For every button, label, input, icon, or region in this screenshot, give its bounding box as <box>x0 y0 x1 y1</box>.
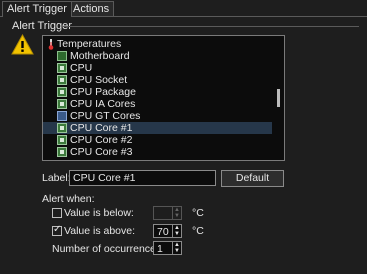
tab-alert-trigger[interactable]: Alert Trigger <box>2 1 72 17</box>
tree-item-label: CPU Socket <box>70 74 128 86</box>
chip-icon <box>57 63 67 73</box>
value-below-checkbox[interactable] <box>52 208 62 218</box>
spin-down-icon[interactable]: ▼ <box>173 231 181 237</box>
value-below-unit: °C <box>192 207 204 219</box>
label-caption: Label: <box>42 172 71 184</box>
tree-item-cpu-core-3[interactable]: CPU Core #3 <box>43 146 272 158</box>
spinner-arrows[interactable]: ▲ ▼ <box>172 225 181 237</box>
motherboard-icon <box>57 51 67 61</box>
chip-icon <box>57 147 67 157</box>
warning-icon <box>11 34 34 55</box>
spinner-arrows[interactable]: ▲ ▼ <box>172 207 181 219</box>
tree-item-cpu-core-1[interactable]: CPU Core #1 <box>43 122 272 134</box>
tree-item-cpu[interactable]: CPU <box>43 62 272 74</box>
value-below-label[interactable]: Value is below: <box>64 207 134 219</box>
occurrences-label: Number of occurrences: <box>52 243 165 255</box>
spinner-value: 70 <box>157 226 169 238</box>
tree-item-cpu-socket[interactable]: CPU Socket <box>43 74 272 86</box>
occurrences-spinner[interactable]: 1 ▲ ▼ <box>153 241 182 255</box>
tree-item-cpu-gt-cores[interactable]: CPU GT Cores <box>43 110 272 122</box>
value-above-unit: °C <box>192 225 204 237</box>
tree-item-label: CPU Core #1 <box>70 122 133 134</box>
tab-label: Alert Trigger <box>7 3 67 15</box>
tree-item-label: Motherboard <box>70 50 130 62</box>
spinner-arrows[interactable]: ▲ ▼ <box>172 242 181 254</box>
tree-root[interactable]: Temperatures <box>43 38 272 50</box>
default-button[interactable]: Default <box>221 170 284 187</box>
tree-item-label: CPU Core #2 <box>70 134 133 146</box>
chip-icon <box>57 135 67 145</box>
tab-label: Actions <box>73 3 110 15</box>
value-below-spinner[interactable]: ▲ ▼ <box>153 206 182 220</box>
spinner-value: 1 <box>157 243 163 255</box>
tree-item-cpu-core-2[interactable]: CPU Core #2 <box>43 134 272 146</box>
tab-actions[interactable]: Actions <box>68 1 115 16</box>
scrollbar-thumb[interactable] <box>277 89 280 107</box>
tree-item-label: CPU GT Cores <box>70 110 141 122</box>
chip-icon <box>57 99 67 109</box>
tree-item-cpu-package[interactable]: CPU Package <box>43 86 272 98</box>
tree-item-label: CPU Core #3 <box>70 146 133 158</box>
sensor-tree[interactable]: Temperatures Motherboard CPU CPU Socket … <box>42 35 285 161</box>
tree-item-label: CPU IA Cores <box>70 98 136 110</box>
chip-icon <box>57 87 67 97</box>
value-above-checkbox[interactable]: ✓ <box>52 224 62 236</box>
spin-down-icon[interactable]: ▼ <box>173 248 181 254</box>
chip-icon <box>57 123 67 133</box>
tree-scrollbar[interactable] <box>273 36 284 160</box>
tree-item-cpu-ia-cores[interactable]: CPU IA Cores <box>43 98 272 110</box>
value-above-label[interactable]: Value is above: <box>64 225 135 237</box>
checkmark-icon: ✓ <box>53 224 62 235</box>
label-input-value: CPU Core #1 <box>73 172 136 184</box>
thermometer-icon <box>48 39 54 50</box>
alert-when-heading: Alert when: <box>42 193 95 205</box>
tree-item-label: CPU Package <box>70 86 136 98</box>
label-input[interactable]: CPU Core #1 <box>69 170 216 186</box>
tree-item-label: CPU <box>70 62 93 74</box>
group-rule <box>62 26 359 27</box>
tree-root-label: Temperatures <box>57 38 122 50</box>
chip-icon <box>57 75 67 85</box>
tree-item-motherboard[interactable]: Motherboard <box>43 50 272 62</box>
gpu-icon <box>57 111 67 121</box>
value-above-spinner[interactable]: 70 ▲ ▼ <box>153 224 182 238</box>
spin-down-icon[interactable]: ▼ <box>173 213 181 219</box>
